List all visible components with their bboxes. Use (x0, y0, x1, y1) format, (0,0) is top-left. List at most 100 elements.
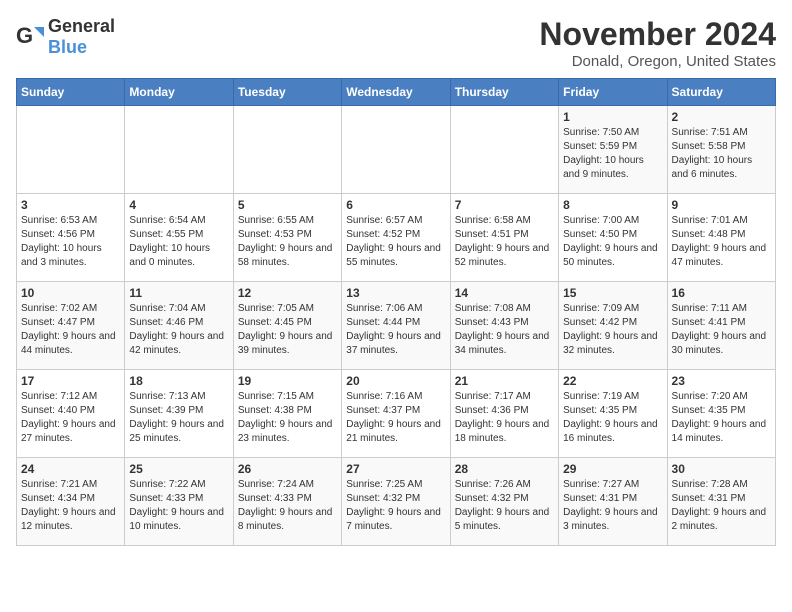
calendar-cell: 13Sunrise: 7:06 AM Sunset: 4:44 PM Dayli… (342, 282, 450, 370)
day-detail: Sunrise: 6:54 AM Sunset: 4:55 PM Dayligh… (129, 214, 228, 270)
calendar-week-row: 3 Sunrise: 6:53 AM Sunset: 4:56 PM Daylig… (17, 194, 776, 282)
calendar-week-row: 1 Sunrise: 7:50 AM Sunset: 5:59 PM Daylig… (17, 106, 776, 194)
calendar-cell: 25Sunrise: 7:22 AM Sunset: 4:33 PM Dayli… (125, 458, 233, 546)
day-number: 6 (346, 198, 445, 212)
day-number: 24 (21, 462, 120, 476)
day-detail: Sunrise: 7:04 AM Sunset: 4:46 PM Dayligh… (129, 302, 228, 358)
day-detail: Sunrise: 7:50 AM Sunset: 5:59 PM Dayligh… (563, 126, 662, 182)
calendar-cell: 11 Sunrise: 7:04 AM Sunset: 4:46 PM Dayli… (125, 282, 233, 370)
day-number: 1 (563, 110, 662, 124)
day-detail: Sunrise: 7:25 AM Sunset: 4:32 PM Dayligh… (346, 478, 445, 534)
day-of-week-header: Thursday (450, 79, 558, 106)
calendar-cell: 12Sunrise: 7:05 AM Sunset: 4:45 PM Dayli… (233, 282, 341, 370)
day-number: 2 (672, 110, 771, 124)
day-number: 7 (455, 198, 554, 212)
calendar-cell: 1 Sunrise: 7:50 AM Sunset: 5:59 PM Daylig… (559, 106, 667, 194)
day-number: 16 (672, 286, 771, 300)
day-number: 19 (238, 374, 337, 388)
day-detail: Sunrise: 7:11 AM Sunset: 4:41 PM Dayligh… (672, 302, 771, 358)
day-number: 25 (129, 462, 228, 476)
calendar-cell: 7 Sunrise: 6:58 AM Sunset: 4:51 PM Daylig… (450, 194, 558, 282)
day-of-week-header: Wednesday (342, 79, 450, 106)
calendar-week-row: 10 Sunrise: 7:02 AM Sunset: 4:47 PM Dayli… (17, 282, 776, 370)
day-detail: Sunrise: 7:15 AM Sunset: 4:38 PM Dayligh… (238, 390, 337, 446)
day-detail: Sunrise: 7:13 AM Sunset: 4:39 PM Dayligh… (129, 390, 228, 446)
day-number: 29 (563, 462, 662, 476)
day-number: 18 (129, 374, 228, 388)
calendar-cell: 4 Sunrise: 6:54 AM Sunset: 4:55 PM Daylig… (125, 194, 233, 282)
day-number: 30 (672, 462, 771, 476)
day-detail: Sunrise: 7:00 AM Sunset: 4:50 PM Dayligh… (563, 214, 662, 270)
calendar-cell: 10 Sunrise: 7:02 AM Sunset: 4:47 PM Dayli… (17, 282, 125, 370)
day-of-week-header: Monday (125, 79, 233, 106)
day-number: 4 (129, 198, 228, 212)
calendar-cell: 5 Sunrise: 6:55 AM Sunset: 4:53 PM Daylig… (233, 194, 341, 282)
calendar-cell: 18 Sunrise: 7:13 AM Sunset: 4:39 PM Dayli… (125, 370, 233, 458)
day-number: 3 (21, 198, 120, 212)
calendar-cell: 14 Sunrise: 7:08 AM Sunset: 4:43 PM Dayli… (450, 282, 558, 370)
calendar-cell: 26 Sunrise: 7:24 AM Sunset: 4:33 PM Dayli… (233, 458, 341, 546)
day-of-week-header: Saturday (667, 79, 775, 106)
logo: G General Blue (16, 16, 115, 58)
calendar-cell (125, 106, 233, 194)
calendar-cell: 23 Sunrise: 7:20 AM Sunset: 4:35 PM Dayli… (667, 370, 775, 458)
svg-text:G: G (16, 23, 33, 48)
day-detail: Sunrise: 7:09 AM Sunset: 4:42 PM Dayligh… (563, 302, 662, 358)
day-number: 9 (672, 198, 771, 212)
day-number: 21 (455, 374, 554, 388)
calendar-cell: 30Sunrise: 7:28 AM Sunset: 4:31 PM Dayli… (667, 458, 775, 546)
calendar-cell: 24Sunrise: 7:21 AM Sunset: 4:34 PM Dayli… (17, 458, 125, 546)
day-detail: Sunrise: 6:58 AM Sunset: 4:51 PM Dayligh… (455, 214, 554, 270)
calendar-cell: 22 Sunrise: 7:19 AM Sunset: 4:35 PM Dayli… (559, 370, 667, 458)
calendar-body: 1 Sunrise: 7:50 AM Sunset: 5:59 PM Daylig… (17, 106, 776, 546)
day-detail: Sunrise: 7:08 AM Sunset: 4:43 PM Dayligh… (455, 302, 554, 358)
day-number: 27 (346, 462, 445, 476)
calendar-cell: 17Sunrise: 7:12 AM Sunset: 4:40 PM Dayli… (17, 370, 125, 458)
day-detail: Sunrise: 7:17 AM Sunset: 4:36 PM Dayligh… (455, 390, 554, 446)
calendar-cell (342, 106, 450, 194)
calendar-cell: 19 Sunrise: 7:15 AM Sunset: 4:38 PM Dayli… (233, 370, 341, 458)
day-detail: Sunrise: 7:26 AM Sunset: 4:32 PM Dayligh… (455, 478, 554, 534)
day-detail: Sunrise: 7:51 AM Sunset: 5:58 PM Dayligh… (672, 126, 771, 182)
day-number: 22 (563, 374, 662, 388)
logo-general-text: General (48, 16, 115, 36)
calendar-header-row: SundayMondayTuesdayWednesdayThursdayFrid… (17, 79, 776, 106)
calendar-cell: 16 Sunrise: 7:11 AM Sunset: 4:41 PM Dayli… (667, 282, 775, 370)
location-title: Donald, Oregon, United States (539, 53, 776, 70)
calendar-cell: 28Sunrise: 7:26 AM Sunset: 4:32 PM Dayli… (450, 458, 558, 546)
day-detail: Sunrise: 7:06 AM Sunset: 4:44 PM Dayligh… (346, 302, 445, 358)
day-detail: Sunrise: 6:57 AM Sunset: 4:52 PM Dayligh… (346, 214, 445, 270)
calendar-cell: 9Sunrise: 7:01 AM Sunset: 4:48 PM Daylig… (667, 194, 775, 282)
calendar-cell (450, 106, 558, 194)
header: G General Blue November 2024 Donald, Ore… (16, 16, 776, 70)
day-number: 23 (672, 374, 771, 388)
day-of-week-header: Tuesday (233, 79, 341, 106)
calendar-table: SundayMondayTuesdayWednesdayThursdayFrid… (16, 78, 776, 546)
calendar-cell: 27 Sunrise: 7:25 AM Sunset: 4:32 PM Dayli… (342, 458, 450, 546)
day-detail: Sunrise: 7:19 AM Sunset: 4:35 PM Dayligh… (563, 390, 662, 446)
calendar-cell: 21 Sunrise: 7:17 AM Sunset: 4:36 PM Dayli… (450, 370, 558, 458)
day-detail: Sunrise: 7:20 AM Sunset: 4:35 PM Dayligh… (672, 390, 771, 446)
calendar-cell: 3 Sunrise: 6:53 AM Sunset: 4:56 PM Daylig… (17, 194, 125, 282)
month-title: November 2024 (539, 16, 776, 53)
day-number: 11 (129, 286, 228, 300)
day-number: 14 (455, 286, 554, 300)
day-number: 26 (238, 462, 337, 476)
day-detail: Sunrise: 6:53 AM Sunset: 4:56 PM Dayligh… (21, 214, 120, 270)
day-detail: Sunrise: 7:24 AM Sunset: 4:33 PM Dayligh… (238, 478, 337, 534)
day-detail: Sunrise: 7:16 AM Sunset: 4:37 PM Dayligh… (346, 390, 445, 446)
day-number: 8 (563, 198, 662, 212)
calendar-cell (17, 106, 125, 194)
day-number: 5 (238, 198, 337, 212)
calendar-cell (233, 106, 341, 194)
day-detail: Sunrise: 6:55 AM Sunset: 4:53 PM Dayligh… (238, 214, 337, 270)
calendar-cell: 6 Sunrise: 6:57 AM Sunset: 4:52 PM Daylig… (342, 194, 450, 282)
calendar-cell: 20Sunrise: 7:16 AM Sunset: 4:37 PM Dayli… (342, 370, 450, 458)
day-number: 15 (563, 286, 662, 300)
calendar-cell: 29 Sunrise: 7:27 AM Sunset: 4:31 PM Dayli… (559, 458, 667, 546)
day-number: 10 (21, 286, 120, 300)
day-detail: Sunrise: 7:27 AM Sunset: 4:31 PM Dayligh… (563, 478, 662, 534)
day-detail: Sunrise: 7:02 AM Sunset: 4:47 PM Dayligh… (21, 302, 120, 358)
day-of-week-header: Sunday (17, 79, 125, 106)
calendar-week-row: 24Sunrise: 7:21 AM Sunset: 4:34 PM Dayli… (17, 458, 776, 546)
